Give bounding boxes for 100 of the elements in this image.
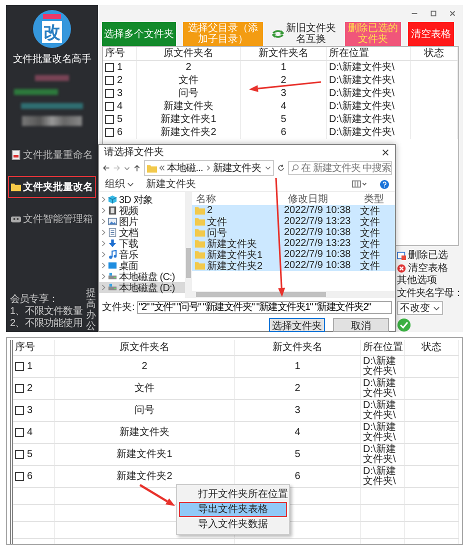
filename-field[interactable]: "2" "文件" "问号" "新建文件夹" "新建文件夹1" "新建文件夹2": [136, 300, 392, 314]
file-row[interactable]: 新建文件夹1 2022/7/9 10:38 文件: [192, 249, 395, 260]
horizontal-scrollbar[interactable]: [192, 291, 395, 298]
table-cell: 新建文件夹: [137, 100, 241, 113]
action-button[interactable]: 清空表格: [397, 262, 463, 274]
toolbar-button[interactable]: 选择多个文件夹: [102, 22, 176, 46]
navigation-item[interactable]: 音乐: [99, 249, 185, 260]
dropdown[interactable]: 不改变: [397, 301, 443, 315]
checkbox[interactable]: [15, 406, 24, 415]
navigation-item[interactable]: 文档: [99, 227, 185, 238]
action-button[interactable]: 删除已选: [397, 249, 463, 261]
navigation-item[interactable]: 3D 对象: [99, 194, 185, 205]
sidebar-item[interactable]: 文件夹批量改名: [8, 176, 96, 198]
navigation-item[interactable]: 本地磁盘 (D:): [99, 282, 185, 293]
dialog-button[interactable]: 取消: [333, 318, 389, 332]
help-icon[interactable]: [380, 180, 389, 188]
table-cell: 新建文件夹: [55, 422, 235, 443]
table-cell: 新建文件夹1: [137, 113, 241, 126]
column-header: 原文件夹名: [55, 340, 235, 355]
table-cell: 4: [235, 422, 361, 443]
new-folder-button[interactable]: 新建文件夹: [146, 177, 196, 191]
column-header: 序号: [103, 47, 137, 60]
checkbox[interactable]: [105, 115, 114, 124]
column-header: 所在位置: [327, 47, 411, 60]
navigation-item[interactable]: 本地磁盘 (C:): [99, 271, 185, 282]
sidebar-item[interactable]: 文件智能管理箱: [8, 208, 96, 230]
table-cell: 4: [241, 100, 327, 113]
column-header: 状态: [405, 340, 459, 355]
column-header: 序号: [13, 340, 55, 355]
cube-icon: [108, 195, 117, 204]
menu-item[interactable]: 导入文件夹数据: [179, 517, 287, 532]
chevron-icon: [204, 165, 211, 171]
back-arrow-icon[interactable]: [102, 164, 110, 172]
column-header[interactable]: 名称: [192, 192, 284, 205]
file-name: 问号: [207, 227, 227, 238]
file-row[interactable]: 2 2022/7/9 10:38 文件: [192, 205, 395, 216]
column-header[interactable]: 修改日期: [284, 192, 360, 205]
breadcrumb-item[interactable]: 新建文件夹: [212, 161, 261, 175]
music-note-icon: [108, 250, 117, 259]
vertical-scrollbar[interactable]: [185, 192, 192, 298]
view-options-icon[interactable]: [352, 180, 368, 188]
column-header: 新文件夹名: [235, 340, 361, 355]
dialog-button[interactable]: 选择文件夹: [269, 318, 325, 332]
file-name: 新建文件夹2: [207, 260, 263, 271]
navigation-item[interactable]: 图片: [99, 216, 185, 227]
check-circle-icon[interactable]: [397, 318, 411, 332]
navigation-item[interactable]: 下载: [99, 238, 185, 249]
file-row[interactable]: 文件 2022/7/9 13:23 文件: [192, 216, 395, 227]
row-number: 1: [117, 62, 123, 74]
maximize-icon[interactable]: [429, 9, 438, 18]
checkbox[interactable]: [15, 472, 24, 481]
menu-item[interactable]: 打开文件夹所在位置: [179, 487, 287, 502]
breadcrumb-item[interactable]: 本地磁...: [167, 161, 203, 175]
table-cell: 5: [235, 444, 361, 465]
file-type: 文件: [360, 260, 381, 271]
menu-item[interactable]: 导出文件夹表格: [179, 502, 287, 517]
table-cell: 问号: [137, 87, 241, 100]
file-row[interactable]: 新建文件夹 2022/7/9 13:23 文件: [192, 238, 395, 249]
row-number: 1: [27, 360, 33, 372]
checkbox[interactable]: [105, 89, 114, 98]
checkbox[interactable]: [15, 362, 24, 371]
checkbox[interactable]: [105, 128, 114, 137]
toolbar-button[interactable]: 清空表格: [408, 22, 454, 46]
table-cell: D:\新建文件夹\: [361, 444, 405, 465]
table-cell: D:\新建文件夹\: [327, 113, 411, 126]
up-arrow-icon[interactable]: [133, 164, 141, 172]
sidebar-item[interactable]: 文件批量重命名: [8, 144, 96, 166]
checkbox[interactable]: [15, 450, 24, 459]
file-row[interactable]: 问号 2022/7/9 10:38 文件: [192, 227, 395, 238]
file-date: 2022/7/9 10:38: [284, 260, 352, 271]
app-title: 文件批量改名高手: [12, 52, 92, 66]
row-number: 3: [27, 404, 33, 416]
file-row[interactable]: 新建文件夹2 2022/7/9 10:38 文件: [192, 260, 395, 271]
close-icon[interactable]: [381, 148, 390, 156]
navigation-item[interactable]: 桌面: [99, 260, 185, 271]
checkbox[interactable]: [105, 76, 114, 85]
toolbar-button[interactable]: 新旧文件夹名互换: [270, 22, 338, 46]
letter-case-label: 文件夹名字母：: [397, 288, 463, 300]
checkbox[interactable]: [105, 102, 114, 111]
caret-icon[interactable]: [124, 166, 130, 170]
caret-icon: [265, 165, 271, 171]
checkbox[interactable]: [15, 428, 24, 437]
caret-icon: [433, 306, 440, 310]
blurred-bar: [22, 116, 82, 126]
document-icon: [108, 228, 117, 237]
checkbox[interactable]: [105, 63, 114, 72]
row-number: 4: [27, 426, 33, 438]
column-header[interactable]: 类型: [360, 192, 395, 205]
column-header: 原文件夹名: [137, 47, 241, 60]
navigation-item[interactable]: 视频: [99, 205, 185, 216]
address-bar[interactable]: 本地磁... 新建文件夹: [144, 160, 274, 176]
refresh-icon[interactable]: [277, 164, 285, 172]
image-icon: [108, 217, 117, 226]
organize-button[interactable]: 组织: [105, 177, 134, 191]
file-type: 文件: [360, 205, 381, 216]
column-header: 所在位置: [361, 340, 405, 355]
table-cell: 3: [235, 400, 361, 421]
checkbox[interactable]: [15, 384, 24, 393]
pointer-arrow: [139, 484, 175, 506]
drive-icon: [108, 272, 117, 281]
